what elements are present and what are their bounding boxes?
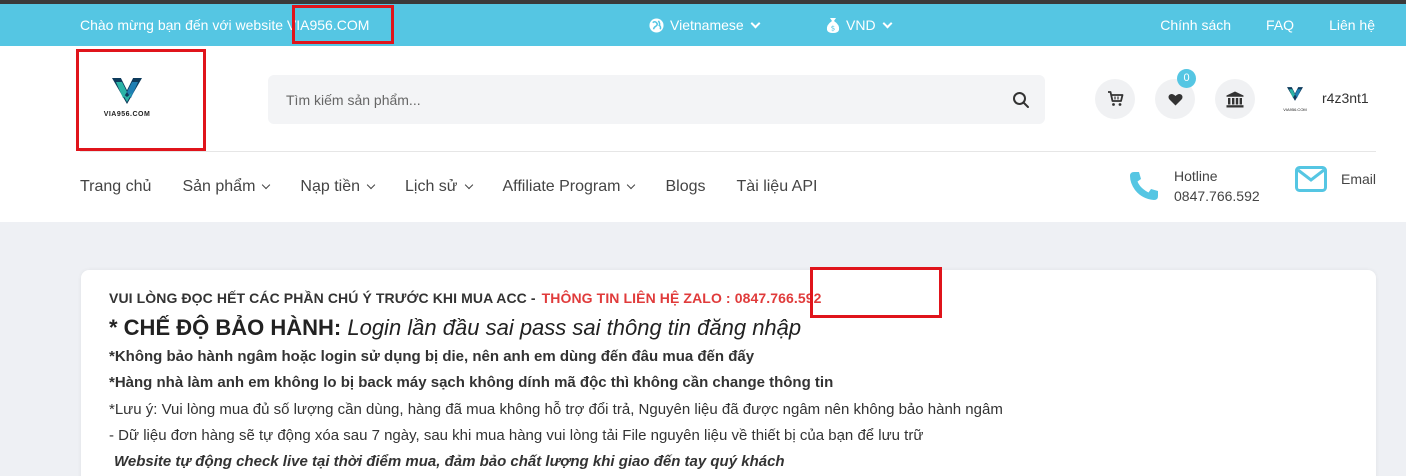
notice-line-4: - Dữ liệu đơn hàng sẽ tự động xóa sau 7 … (109, 427, 924, 444)
nav-label: Tài liệu API (736, 178, 818, 195)
chevron-down-icon (262, 180, 271, 190)
language-label: Vietnamese (670, 17, 744, 33)
nav-item-deposit[interactable]: Nạp tiền (300, 178, 376, 196)
chevron-down-icon (750, 18, 761, 28)
zalo-number: 0847.766.592 (734, 290, 822, 306)
notice-intro: VUI LÒNG ĐỌC HẾT CÁC PHẦN CHÚ Ý TRƯỚC KH… (109, 290, 536, 306)
currency-selector[interactable]: $ VND (826, 17, 893, 33)
search-bar (268, 75, 1045, 124)
email-label: Email (1341, 171, 1377, 187)
policy-link[interactable]: Chính sách (1160, 17, 1231, 33)
globe-icon (649, 17, 664, 33)
nav-label: Nạp tiền (300, 178, 360, 195)
notice-line-5: Website tự động check live tại thời điểm… (114, 453, 785, 470)
hotline-text: Hotline 0847.766.592 (1174, 166, 1260, 206)
nav-label: Lịch sử (404, 178, 458, 195)
hotline-contact[interactable]: Hotline 0847.766.592 (1128, 166, 1260, 206)
nav-item-api-docs[interactable]: Tài liệu API (737, 178, 818, 196)
annotation-box-site-name (292, 5, 394, 44)
nav-label: Blogs (665, 178, 706, 195)
nav-item-affiliate[interactable]: Affiliate Program (502, 178, 636, 196)
avatar: VIA956.COM (1282, 86, 1308, 112)
warranty-heading-italic: Login lần đầu sai pass sai thông tin đăn… (341, 315, 802, 340)
warranty-heading-bold: * CHẾ ĐỘ BẢO HÀNH: (109, 315, 342, 340)
mail-icon (1295, 166, 1327, 192)
svg-text:$: $ (831, 25, 835, 33)
bank-button[interactable] (1215, 79, 1255, 119)
annotation-box-zalo-number (810, 267, 942, 318)
currency-label: VND (846, 17, 876, 33)
language-selector[interactable]: Vietnamese (649, 17, 761, 33)
contact-link[interactable]: Liên hệ (1329, 17, 1375, 33)
search-input[interactable] (268, 75, 998, 124)
heart-icon (1168, 93, 1182, 105)
top-links: Chính sách FAQ Liên hệ (1160, 17, 1375, 33)
avatar-logo-icon (1287, 87, 1303, 101)
nav-item-products[interactable]: Sản phẩm (182, 178, 271, 196)
warranty-heading: * CHẾ ĐỘ BẢO HÀNH: Login lần đầu sai pas… (109, 315, 801, 341)
faq-link[interactable]: FAQ (1266, 17, 1294, 33)
chevron-down-icon (882, 18, 893, 28)
annotation-box-logo (76, 49, 206, 151)
site-header: VIA956.COM 0 VIA956.COM r4z3nt1 Trang ch… (0, 46, 1406, 222)
nav-label: Affiliate Program (502, 178, 621, 195)
chevron-down-icon (627, 180, 636, 190)
hotline-label: Hotline (1174, 168, 1218, 184)
main-nav: Trang chủ Sản phẩm Nạp tiền Lịch sử Affi… (80, 178, 817, 196)
user-account[interactable]: VIA956.COM r4z3nt1 (1282, 86, 1369, 112)
wishlist-count-badge: 0 (1177, 69, 1196, 88)
welcome-text: Chào mừng bạn đến với website (80, 17, 287, 33)
nav-label: Trang chủ (80, 178, 152, 195)
cart-button[interactable] (1095, 79, 1135, 119)
nav-item-home[interactable]: Trang chủ (80, 178, 151, 196)
chevron-down-icon (366, 180, 376, 190)
notice-line-3: *Lưu ý: Vui lòng mua đủ số lượng cần dùn… (109, 401, 1003, 418)
nav-item-blogs[interactable]: Blogs (665, 178, 705, 196)
nav-label: Sản phẩm (182, 178, 256, 195)
notice-line-2: *Hàng nhà làm anh em không lo bị back má… (109, 374, 834, 391)
money-bag-icon: $ (826, 18, 840, 33)
zalo-label: THÔNG TIN LIÊN HỆ ZALO : (541, 290, 731, 306)
hotline-number: 0847.766.592 (1174, 188, 1260, 204)
chevron-down-icon (464, 180, 473, 190)
bank-icon (1226, 91, 1244, 107)
header-divider (80, 151, 1376, 152)
zalo-info: THÔNG TIN LIÊN HỆ ZALO : 0847.766.592 (542, 290, 822, 306)
username: r4z3nt1 (1322, 90, 1369, 106)
phone-icon (1130, 172, 1158, 200)
top-bar: Chào mừng bạn đến với website VIA956.COM… (0, 4, 1406, 46)
avatar-logo-text: VIA956.COM (1283, 107, 1307, 112)
cart-icon (1107, 91, 1123, 106)
notice-line-1: *Không bảo hành ngâm hoặc login sử dụng … (109, 348, 755, 365)
search-icon[interactable] (1012, 91, 1030, 109)
notice-title: VUI LÒNG ĐỌC HẾT CÁC PHẦN CHÚ Ý TRƯỚC KH… (109, 290, 822, 306)
nav-item-history[interactable]: Lịch sử (404, 178, 473, 196)
email-contact[interactable]: Email (1295, 166, 1376, 192)
